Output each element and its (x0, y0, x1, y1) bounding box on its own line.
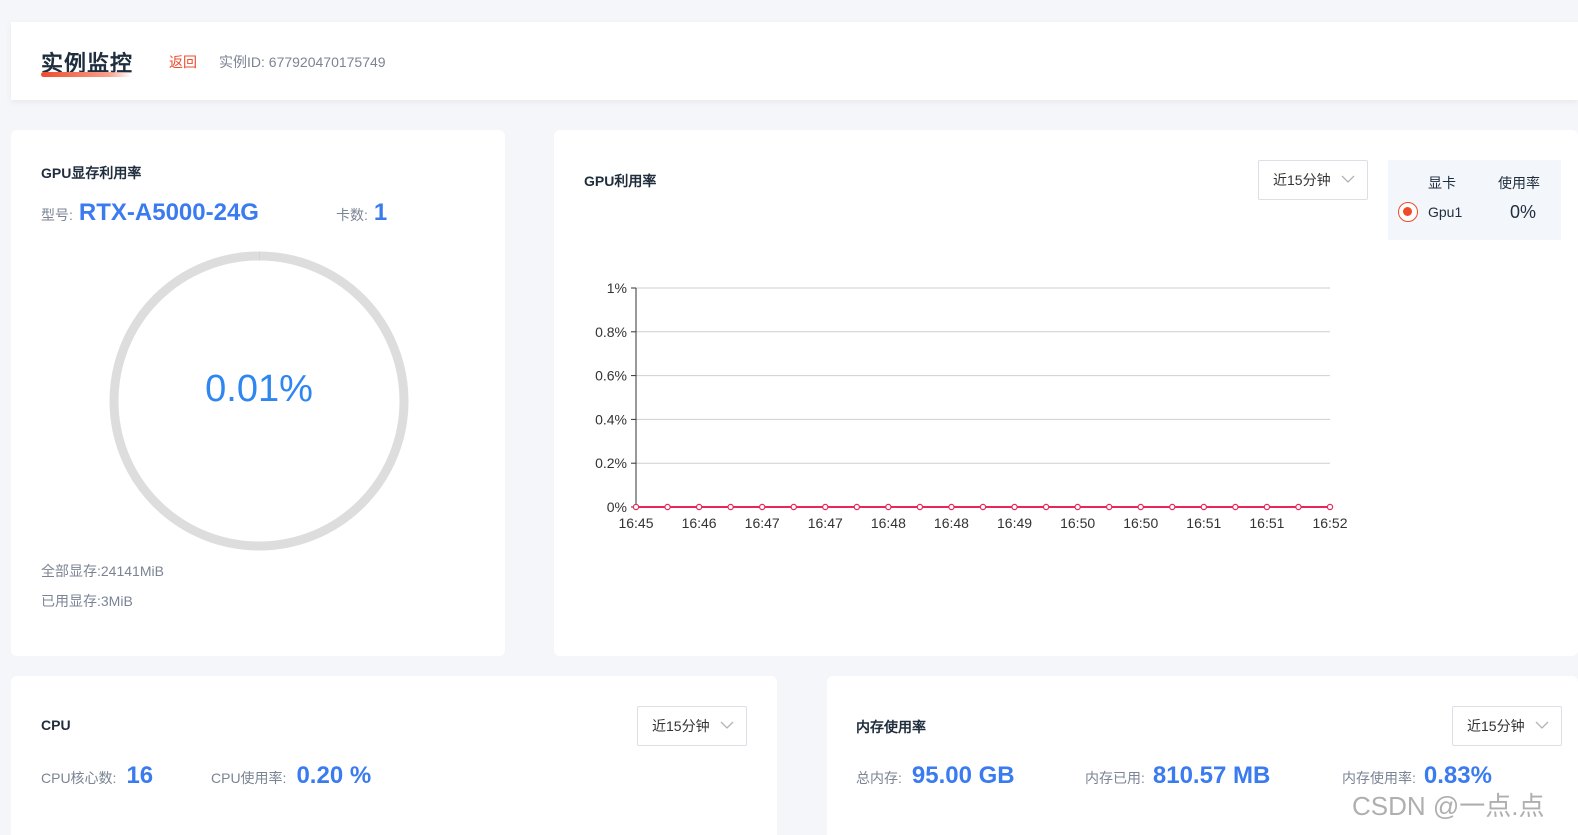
cpu-title: CPU (41, 717, 71, 733)
data-point (1263, 503, 1271, 511)
memory-used-label: 内存已用: (1085, 770, 1145, 786)
data-point (664, 503, 671, 511)
y-tick-label: 0.8% (595, 324, 627, 340)
x-tick-label: 16:51 (1249, 515, 1284, 531)
title-underline (41, 72, 131, 77)
x-tick-label: 16:49 (997, 515, 1032, 531)
gpu-memory-card: GPU显存利用率 型号: RTX-A5000-24G 卡数: 1 0.01% 全… (11, 130, 505, 656)
data-point (1042, 503, 1050, 511)
x-tick-label: 16:52 (1312, 515, 1347, 531)
x-tick-label: 16:45 (618, 515, 653, 531)
x-tick-label: 16:47 (745, 515, 780, 531)
data-point (632, 503, 640, 511)
cpu-cores-row: CPU核心数: 16 (41, 762, 153, 790)
cpu-usage-row: CPU使用率: 0.20 % (211, 762, 371, 790)
cpu-cores-value: 16 (126, 762, 154, 789)
gpu-memory-title: GPU显存利用率 (41, 165, 142, 181)
chevron-down-icon (1535, 721, 1549, 729)
data-point (1200, 503, 1208, 511)
gpu-used-memory: 已用显存:3MiB (41, 593, 133, 609)
data-point (822, 503, 829, 511)
data-point (1074, 503, 1081, 511)
cpu-range-select[interactable]: 近15分钟 (637, 706, 747, 746)
memory-title: 内存使用率 (856, 719, 926, 735)
cpu-usage-label: CPU使用率: (211, 770, 287, 786)
data-point (1232, 503, 1239, 511)
data-point (1169, 503, 1176, 511)
data-point (695, 503, 703, 511)
memory-used-value: 810.57 MB (1152, 762, 1271, 789)
gpu-cards-row: 卡数: 1 (336, 199, 387, 227)
memory-total-value: 95.00 GB (911, 762, 1015, 789)
memory-total-row: 总内存: 95.00 GB (856, 762, 1015, 790)
data-point (790, 503, 797, 511)
y-tick-label: 0% (607, 499, 627, 515)
chevron-down-icon (720, 721, 734, 729)
gpu-total-memory: 全部显存:24141MiB (41, 563, 164, 579)
data-point (885, 503, 892, 511)
data-point (979, 503, 987, 511)
data-point (1326, 503, 1334, 511)
x-tick-label: 16:48 (871, 515, 906, 531)
gpu-cards-value: 1 (373, 199, 388, 226)
cpu-cores-label: CPU核心数: (41, 770, 117, 786)
gpu-memory-usage-text: 0.01% (205, 368, 313, 410)
y-tick-label: 0.6% (595, 368, 627, 384)
x-tick-label: 16:50 (1060, 515, 1095, 531)
x-tick-label: 16:51 (1186, 515, 1221, 531)
gpu-model-label: 型号: (41, 207, 73, 223)
x-tick-label: 16:47 (808, 515, 843, 531)
instance-id: 实例ID: 677920470175749 (219, 54, 386, 70)
x-tick-label: 16:50 (1123, 515, 1158, 531)
gpu-model-row: 型号: RTX-A5000-24G (41, 199, 259, 227)
x-tick-label: 16:46 (682, 515, 717, 531)
gpu-util-chart: 0% 0.2% 0.4% 0.6% 0.8% 1% 16:45 16:46 16:47 16:47… (595, 280, 1348, 531)
y-tick-label: 0.4% (595, 411, 627, 427)
data-point (916, 503, 924, 511)
back-link[interactable]: 返回 (169, 52, 197, 72)
data-point (948, 503, 955, 511)
data-point (1137, 503, 1144, 511)
data-point (1011, 503, 1018, 511)
memory-usage-label: 内存使用率: (1342, 770, 1416, 786)
memory-total-label: 总内存: (856, 770, 902, 786)
data-point (1295, 503, 1302, 511)
data-point (727, 503, 734, 511)
data-point (853, 503, 861, 511)
cpu-range-value: 近15分钟 (652, 718, 710, 734)
page-header: 实例监控 返回 实例ID: 677920470175749 (11, 22, 1578, 100)
memory-range-select[interactable]: 近15分钟 (1452, 706, 1562, 746)
x-tick-label: 16:48 (934, 515, 969, 531)
gpu-model-value: RTX-A5000-24G (78, 199, 259, 226)
watermark: CSDN @一点.点 (1352, 791, 1545, 821)
data-point (758, 503, 766, 511)
gpu-util-card: GPU利用率 近15分钟 显卡 使用率 Gpu1 0% 0% 0.2% 0.4% 0.… (554, 130, 1578, 656)
memory-range-value: 近15分钟 (1467, 718, 1525, 734)
y-tick-label: 1% (607, 280, 627, 296)
cpu-card: CPU 近15分钟 CPU核心数: 16 CPU使用率: 0.20 % (11, 676, 777, 835)
gpu-cards-label: 卡数: (336, 207, 368, 223)
data-point (1105, 503, 1113, 511)
y-tick-label: 0.2% (595, 455, 627, 471)
cpu-usage-value: 0.20 % (296, 762, 372, 789)
memory-used-row: 内存已用: 810.57 MB (1085, 762, 1270, 790)
